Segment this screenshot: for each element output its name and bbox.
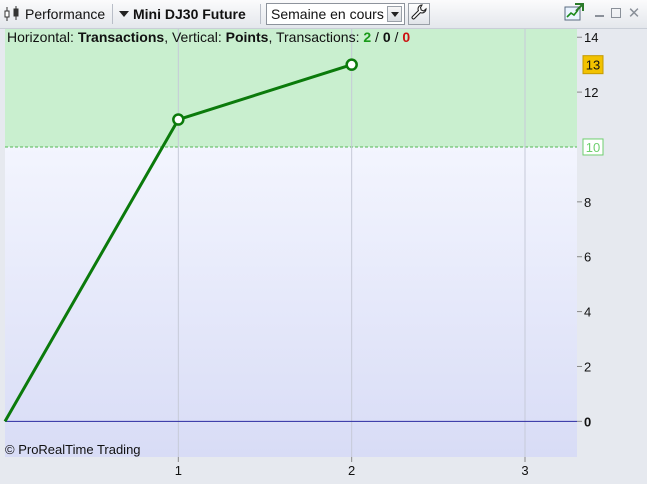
horizontal-value: Transactions bbox=[77, 29, 165, 45]
y-tick-label: 8 bbox=[584, 195, 591, 210]
transactions-losing: 0 bbox=[402, 29, 411, 45]
x-tick-label: 1 bbox=[175, 463, 182, 478]
y-tick-label: 12 bbox=[584, 85, 598, 100]
x-tick-label: 2 bbox=[348, 463, 355, 478]
data-point bbox=[172, 113, 185, 126]
performance-chart: 1 2 30246812141013 bbox=[3, 29, 604, 478]
performance-window: Performance Mini DJ30 Future Semaine en … bbox=[0, 0, 647, 484]
x-tick-label: 3 bbox=[521, 463, 528, 478]
current-value-label: 13 bbox=[586, 58, 600, 73]
reference-level-label: 10 bbox=[586, 140, 600, 155]
separator: / bbox=[390, 29, 403, 45]
data-point bbox=[345, 58, 358, 71]
y-tick-label: 0 bbox=[584, 414, 591, 429]
copyright-text: © ProRealTime Trading bbox=[5, 442, 141, 457]
transactions-neutral: 0 bbox=[382, 29, 391, 45]
vertical-label: , Vertical: bbox=[164, 29, 226, 45]
transactions-winning: 2 bbox=[363, 29, 372, 45]
vertical-value: Points bbox=[225, 29, 269, 45]
profit-zone bbox=[5, 29, 577, 147]
transactions-label: , Transactions: bbox=[268, 29, 364, 45]
below-level-zone bbox=[5, 146, 577, 457]
y-tick-label: 6 bbox=[584, 250, 591, 265]
y-tick-label: 14 bbox=[584, 30, 598, 45]
y-tick-label: 2 bbox=[584, 359, 591, 374]
y-tick-label: 4 bbox=[584, 305, 591, 320]
separator: / bbox=[371, 29, 383, 45]
horizontal-label: Horizontal: bbox=[7, 29, 78, 45]
chart-info-line: Horizontal: Transactions, Vertical: Poin… bbox=[7, 29, 410, 45]
